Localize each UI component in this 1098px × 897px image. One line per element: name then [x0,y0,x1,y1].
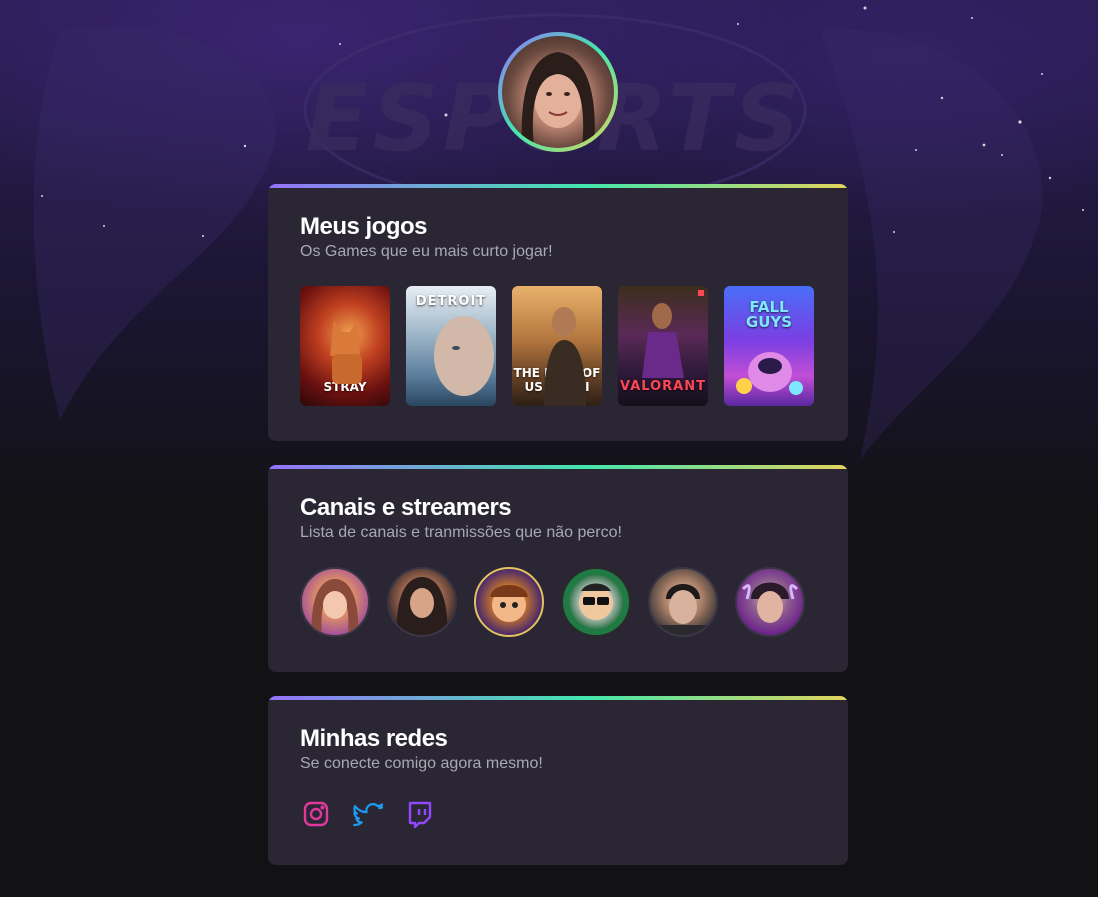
streamer-avatar[interactable] [300,567,370,637]
profile-photo [502,36,614,148]
socials-list [300,798,816,830]
streamer-avatar[interactable] [648,567,718,637]
socials-subtitle: Se conecte comigo agora mesmo! [300,755,543,772]
game-valorant[interactable]: VALORANT [618,286,708,406]
profile-avatar [498,32,618,152]
streamers-list [300,567,816,637]
streamers-card: Canais e streamers Lista de canais e tra… [268,465,848,672]
game-title: FALL GUYS [745,298,793,331]
instagram-icon [303,801,329,827]
streamer-avatar[interactable] [561,567,631,637]
games-subtitle: Os Games que eu mais curto jogar! [300,243,553,260]
twitter-link[interactable] [352,798,384,830]
instagram-link[interactable] [300,798,332,830]
twitch-icon [408,801,432,828]
game-fall-guys[interactable]: FALL GUYS [724,286,814,406]
games-title: Meus jogos [300,213,428,240]
games-card: Meus jogos Os Games que eu mais curto jo… [268,184,848,441]
game-stray[interactable]: STRAY [300,286,390,406]
socials-card: Minhas redes Se conecte comigo agora mes… [268,696,848,865]
game-title: DETROIT [415,294,487,309]
twitter-icon [353,803,383,827]
streamer-avatar[interactable] [474,567,544,637]
streamers-title: Canais e streamers [300,494,512,521]
streamer-avatar[interactable] [735,567,805,637]
streamers-subtitle: Lista de canais e tranmissões que não pe… [300,524,622,541]
streamer-avatar[interactable] [387,567,457,637]
socials-title: Minhas redes [300,725,448,752]
game-detroit[interactable]: DETROIT [406,286,496,406]
games-list: STRAY DETROIT THE LAST OF US PART I VALO… [300,286,816,406]
twitch-link[interactable] [404,798,436,830]
game-the-last-of-us[interactable]: THE LAST OF US PART I [512,286,602,406]
